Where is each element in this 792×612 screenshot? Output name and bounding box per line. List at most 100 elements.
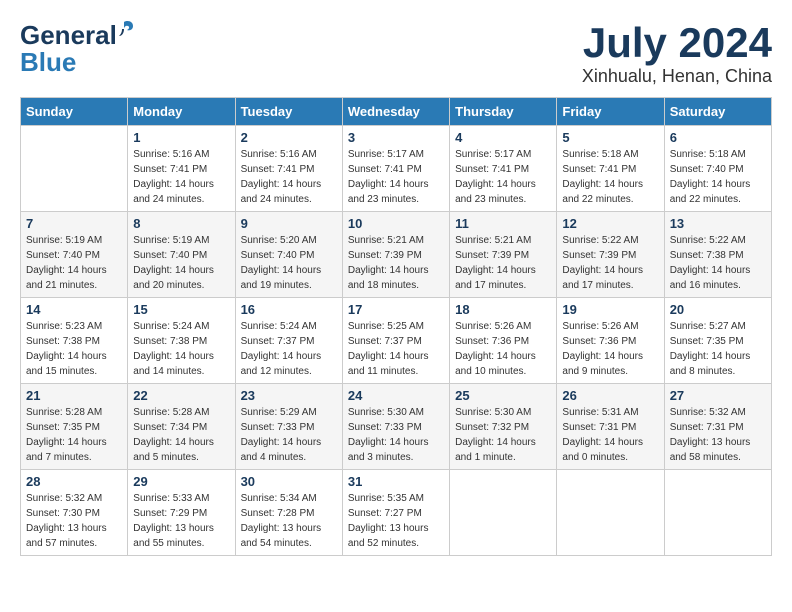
day-number: 1 <box>133 130 229 145</box>
calendar-table: SundayMondayTuesdayWednesdayThursdayFrid… <box>20 97 772 556</box>
day-number: 15 <box>133 302 229 317</box>
day-number: 28 <box>26 474 122 489</box>
day-number: 17 <box>348 302 444 317</box>
calendar-cell: 26 Sunrise: 5:31 AM Sunset: 7:31 PM Dayli… <box>557 384 664 470</box>
weekday-header-monday: Monday <box>128 98 235 126</box>
logo-general: General <box>20 20 117 50</box>
day-number: 20 <box>670 302 766 317</box>
weekday-header-tuesday: Tuesday <box>235 98 342 126</box>
day-info: Sunrise: 5:21 AM Sunset: 7:39 PM Dayligh… <box>455 233 551 293</box>
day-info: Sunrise: 5:17 AM Sunset: 7:41 PM Dayligh… <box>455 147 551 207</box>
calendar-cell: 27 Sunrise: 5:32 AM Sunset: 7:31 PM Dayli… <box>664 384 771 470</box>
calendar-cell <box>450 470 557 556</box>
logo: General Blue <box>20 20 117 78</box>
day-number: 3 <box>348 130 444 145</box>
calendar-cell: 13 Sunrise: 5:22 AM Sunset: 7:38 PM Dayli… <box>664 212 771 298</box>
calendar-cell: 20 Sunrise: 5:27 AM Sunset: 7:35 PM Dayli… <box>664 298 771 384</box>
day-info: Sunrise: 5:30 AM Sunset: 7:32 PM Dayligh… <box>455 405 551 465</box>
day-info: Sunrise: 5:29 AM Sunset: 7:33 PM Dayligh… <box>241 405 337 465</box>
day-number: 12 <box>562 216 658 231</box>
day-info: Sunrise: 5:22 AM Sunset: 7:38 PM Dayligh… <box>670 233 766 293</box>
day-number: 27 <box>670 388 766 403</box>
calendar-cell: 31Sunrise: 5:35 AM Sunset: 7:27 PM Dayli… <box>342 470 449 556</box>
day-info: Sunrise: 5:31 AM Sunset: 7:31 PM Dayligh… <box>562 405 658 465</box>
day-info: Sunrise: 5:19 AM Sunset: 7:40 PM Dayligh… <box>133 233 229 293</box>
day-number: 14 <box>26 302 122 317</box>
weekday-header-sunday: Sunday <box>21 98 128 126</box>
calendar-cell: 12 Sunrise: 5:22 AM Sunset: 7:39 PM Dayli… <box>557 212 664 298</box>
calendar-cell: 29 Sunrise: 5:33 AM Sunset: 7:29 PM Dayli… <box>128 470 235 556</box>
calendar-cell: 18 Sunrise: 5:26 AM Sunset: 7:36 PM Dayli… <box>450 298 557 384</box>
logo-bird-icon <box>113 18 135 40</box>
day-number: 24 <box>348 388 444 403</box>
calendar-cell: 14 Sunrise: 5:23 AM Sunset: 7:38 PM Dayli… <box>21 298 128 384</box>
day-number: 7 <box>26 216 122 231</box>
day-info: Sunrise: 5:26 AM Sunset: 7:36 PM Dayligh… <box>562 319 658 379</box>
day-number: 26 <box>562 388 658 403</box>
day-info: Sunrise: 5:22 AM Sunset: 7:39 PM Dayligh… <box>562 233 658 293</box>
day-info: Sunrise: 5:28 AM Sunset: 7:35 PM Dayligh… <box>26 405 122 465</box>
weekday-header-thursday: Thursday <box>450 98 557 126</box>
calendar-cell: 21Sunrise: 5:28 AM Sunset: 7:35 PM Dayli… <box>21 384 128 470</box>
day-info: Sunrise: 5:16 AM Sunset: 7:41 PM Dayligh… <box>241 147 337 207</box>
day-number: 4 <box>455 130 551 145</box>
day-info: Sunrise: 5:16 AM Sunset: 7:41 PM Dayligh… <box>133 147 229 207</box>
day-number: 9 <box>241 216 337 231</box>
calendar-cell: 17Sunrise: 5:25 AM Sunset: 7:37 PM Dayli… <box>342 298 449 384</box>
day-number: 29 <box>133 474 229 489</box>
weekday-header-wednesday: Wednesday <box>342 98 449 126</box>
day-info: Sunrise: 5:18 AM Sunset: 7:40 PM Dayligh… <box>670 147 766 207</box>
calendar-cell: 22 Sunrise: 5:28 AM Sunset: 7:34 PM Dayli… <box>128 384 235 470</box>
day-info: Sunrise: 5:34 AM Sunset: 7:28 PM Dayligh… <box>241 491 337 551</box>
calendar-cell: 7 Sunrise: 5:19 AM Sunset: 7:40 PM Daylig… <box>21 212 128 298</box>
day-number: 23 <box>241 388 337 403</box>
day-info: Sunrise: 5:17 AM Sunset: 7:41 PM Dayligh… <box>348 147 444 207</box>
calendar-cell: 25 Sunrise: 5:30 AM Sunset: 7:32 PM Dayli… <box>450 384 557 470</box>
day-number: 31 <box>348 474 444 489</box>
day-info: Sunrise: 5:19 AM Sunset: 7:40 PM Dayligh… <box>26 233 122 293</box>
day-info: Sunrise: 5:23 AM Sunset: 7:38 PM Dayligh… <box>26 319 122 379</box>
calendar-cell: 10 Sunrise: 5:21 AM Sunset: 7:39 PM Dayli… <box>342 212 449 298</box>
title-area: July 2024 Xinhualu, Henan, China <box>582 20 772 87</box>
day-number: 19 <box>562 302 658 317</box>
calendar-cell: 6 Sunrise: 5:18 AM Sunset: 7:40 PM Daylig… <box>664 126 771 212</box>
day-number: 30 <box>241 474 337 489</box>
day-number: 25 <box>455 388 551 403</box>
day-info: Sunrise: 5:24 AM Sunset: 7:38 PM Dayligh… <box>133 319 229 379</box>
calendar-cell: 19 Sunrise: 5:26 AM Sunset: 7:36 PM Dayli… <box>557 298 664 384</box>
calendar-cell <box>664 470 771 556</box>
day-number: 5 <box>562 130 658 145</box>
day-info: Sunrise: 5:20 AM Sunset: 7:40 PM Dayligh… <box>241 233 337 293</box>
day-info: Sunrise: 5:30 AM Sunset: 7:33 PM Dayligh… <box>348 405 444 465</box>
day-number: 13 <box>670 216 766 231</box>
day-number: 22 <box>133 388 229 403</box>
day-number: 10 <box>348 216 444 231</box>
calendar-cell: 9 Sunrise: 5:20 AM Sunset: 7:40 PM Daylig… <box>235 212 342 298</box>
calendar-cell: 30 Sunrise: 5:34 AM Sunset: 7:28 PM Dayli… <box>235 470 342 556</box>
day-info: Sunrise: 5:32 AM Sunset: 7:31 PM Dayligh… <box>670 405 766 465</box>
calendar-cell: 15 Sunrise: 5:24 AM Sunset: 7:38 PM Dayli… <box>128 298 235 384</box>
day-info: Sunrise: 5:21 AM Sunset: 7:39 PM Dayligh… <box>348 233 444 293</box>
day-info: Sunrise: 5:24 AM Sunset: 7:37 PM Dayligh… <box>241 319 337 379</box>
day-info: Sunrise: 5:27 AM Sunset: 7:35 PM Dayligh… <box>670 319 766 379</box>
calendar-cell: 24 Sunrise: 5:30 AM Sunset: 7:33 PM Dayli… <box>342 384 449 470</box>
calendar-cell: 16Sunrise: 5:24 AM Sunset: 7:37 PM Dayli… <box>235 298 342 384</box>
calendar-cell: 4 Sunrise: 5:17 AM Sunset: 7:41 PM Daylig… <box>450 126 557 212</box>
day-info: Sunrise: 5:18 AM Sunset: 7:41 PM Dayligh… <box>562 147 658 207</box>
calendar-cell: 2 Sunrise: 5:16 AM Sunset: 7:41 PM Daylig… <box>235 126 342 212</box>
day-number: 6 <box>670 130 766 145</box>
day-info: Sunrise: 5:33 AM Sunset: 7:29 PM Dayligh… <box>133 491 229 551</box>
calendar-cell: 3 Sunrise: 5:17 AM Sunset: 7:41 PM Daylig… <box>342 126 449 212</box>
location-title: Xinhualu, Henan, China <box>582 66 772 87</box>
day-info: Sunrise: 5:28 AM Sunset: 7:34 PM Dayligh… <box>133 405 229 465</box>
day-number: 18 <box>455 302 551 317</box>
calendar-cell: 5 Sunrise: 5:18 AM Sunset: 7:41 PM Daylig… <box>557 126 664 212</box>
day-number: 2 <box>241 130 337 145</box>
calendar-cell <box>21 126 128 212</box>
weekday-header-saturday: Saturday <box>664 98 771 126</box>
calendar-cell: 8Sunrise: 5:19 AM Sunset: 7:40 PM Daylig… <box>128 212 235 298</box>
day-info: Sunrise: 5:26 AM Sunset: 7:36 PM Dayligh… <box>455 319 551 379</box>
logo-blue: Blue <box>20 47 76 78</box>
calendar-cell <box>557 470 664 556</box>
weekday-header-friday: Friday <box>557 98 664 126</box>
